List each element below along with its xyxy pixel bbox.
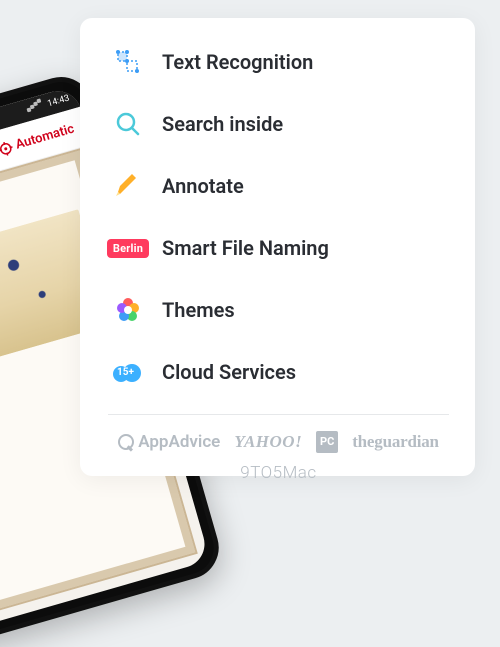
search-icon [108, 104, 148, 144]
feature-label: Text Recognition [162, 50, 313, 74]
feature-item: 15+ Cloud Services [108, 352, 449, 392]
highlighter-icon [108, 166, 148, 206]
press-label: AppAdvice [138, 432, 220, 452]
feature-item: Search inside [108, 104, 449, 144]
press-logos: AppAdvice YAHOO! PC theguardian 9TO5Mac [108, 431, 449, 483]
berlin-badge: Berlin [107, 239, 149, 258]
color-wheel-icon [108, 290, 148, 330]
press-guardian: theguardian [352, 431, 439, 453]
target-icon [0, 140, 14, 157]
feature-label: Smart File Naming [162, 236, 329, 260]
cloud-count-icon: 15+ [108, 352, 148, 392]
divider [108, 414, 449, 415]
press-9to5mac: 9TO5Mac [240, 463, 316, 483]
press-appadvice: AppAdvice [118, 431, 220, 453]
feature-item: Annotate [108, 166, 449, 206]
feature-item: Text Recognition [108, 42, 449, 82]
cloud-count-label: 15+ [117, 367, 134, 378]
feature-label: Themes [162, 298, 235, 322]
feature-item: Berlin Smart File Naming [108, 228, 449, 268]
press-pcmag: PC [316, 431, 338, 453]
signal-icon [26, 108, 31, 113]
scan-mode-label: Automatic [14, 122, 76, 153]
status-time: 14:43 [46, 94, 70, 110]
feature-label: Search inside [162, 112, 283, 136]
feature-label: Annotate [162, 174, 244, 198]
press-yahoo: YAHOO! [234, 431, 302, 453]
appadvice-icon [118, 434, 134, 450]
feature-label: Cloud Services [162, 360, 296, 384]
feature-card: Text Recognition Search inside Annotate … [80, 18, 475, 476]
text-recognition-icon [108, 42, 148, 82]
badge-icon: Berlin [108, 228, 148, 268]
feature-item: Themes [108, 290, 449, 330]
